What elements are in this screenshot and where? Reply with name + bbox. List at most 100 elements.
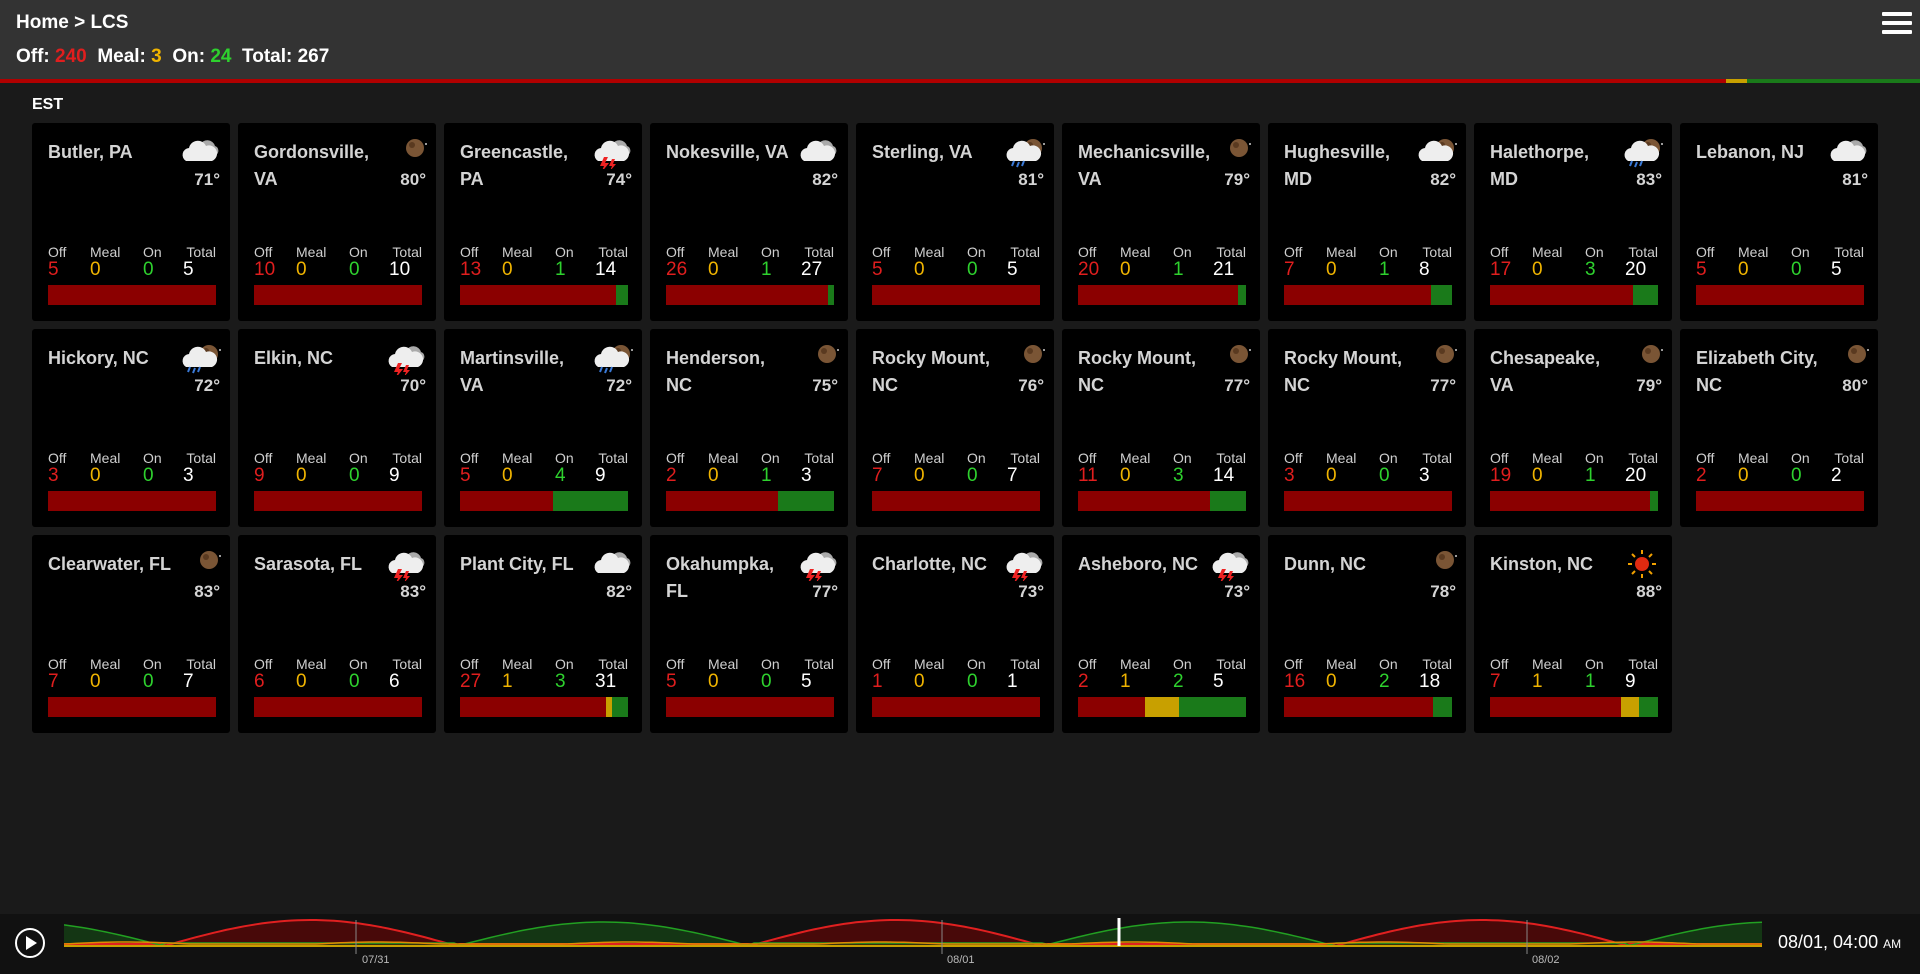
on-segment — [611, 697, 628, 717]
total-count: 31 — [595, 671, 617, 692]
location-card[interactable]: Greencastle, PA 74° Off Meal On Total 13 0 1 14 — [444, 123, 642, 321]
location-card[interactable]: Martinsville, VA 72° Off Meal On Total 5 0 4 9 — [444, 329, 642, 527]
summary-meal-value: 3 — [151, 46, 162, 67]
location-card[interactable]: Hughesville, MD 82° Off Meal On Total 7 0 1 8 — [1268, 123, 1466, 321]
location-card[interactable]: Rocky Mount, NC 77° Off Meal On Total 3 0 0 3 — [1268, 329, 1466, 527]
off-count: 6 — [254, 671, 265, 692]
status-bar — [48, 697, 216, 717]
on-count: 3 — [1173, 465, 1184, 486]
total-count: 1 — [1007, 671, 1018, 692]
on-label: On — [1173, 656, 1192, 672]
off-segment — [666, 697, 834, 717]
total-label: Total — [804, 244, 834, 260]
off-count: 10 — [254, 259, 276, 280]
temperature: 74° — [606, 170, 632, 189]
total-label: Total — [186, 656, 216, 672]
meal-label: Meal — [296, 656, 327, 672]
status-bar — [1490, 491, 1658, 511]
meal-label: Meal — [502, 656, 533, 672]
summary-meal-label: Meal: — [97, 46, 146, 67]
on-count: 0 — [1379, 465, 1390, 486]
off-label: Off — [1284, 244, 1303, 260]
total-count: 9 — [1625, 671, 1636, 692]
location-name: Dunn, NC — [1284, 554, 1366, 574]
off-label: Off — [1078, 450, 1097, 466]
off-label: Off — [254, 450, 273, 466]
off-count: 19 — [1490, 465, 1512, 486]
meal-count: 0 — [708, 671, 719, 692]
meal-label: Meal — [90, 656, 121, 672]
status-summary: Off: 240 Meal: 3 On: 24 Total: 267 — [16, 46, 329, 68]
location-name: Asheboro, NC — [1078, 554, 1199, 574]
location-card[interactable]: Charlotte, NC 73° Off Meal On Total 1 0 0 1 — [856, 535, 1054, 733]
location-card[interactable]: Halethorpe, MD 83° Off Meal On Total 17 0 3 20 — [1474, 123, 1672, 321]
on-count: 1 — [1379, 259, 1390, 280]
location-card[interactable]: Elkin, NC 70° Off Meal On Total 9 0 0 9 — [238, 329, 436, 527]
off-label: Off — [254, 244, 273, 260]
status-bar — [48, 491, 216, 511]
on-label: On — [555, 656, 574, 672]
location-card[interactable]: Asheboro, NC 73° Off Meal On Total 2 1 2 5 — [1062, 535, 1260, 733]
column-values: 11 0 3 14 — [1078, 465, 1246, 486]
location-card[interactable]: Hickory, NC 72° Off Meal On Total 3 0 0 3 — [32, 329, 230, 527]
summary-total-label: Total: — [242, 46, 293, 67]
on-count: 1 — [555, 259, 566, 280]
location-card[interactable]: Butler, PA 71° Off Meal On Total 5 0 0 5 — [32, 123, 230, 321]
off-segment — [872, 285, 1040, 305]
hamburger-menu-icon[interactable] — [1882, 12, 1912, 34]
off-label: Off — [872, 450, 891, 466]
location-card[interactable]: Okahumpka, FL 77° Off Meal On Total 5 0 0 5 — [650, 535, 848, 733]
off-count: 5 — [666, 671, 677, 692]
total-count: 18 — [1419, 671, 1441, 692]
temperature: 76° — [1018, 376, 1044, 395]
on-count: 0 — [1791, 259, 1802, 280]
status-bar — [460, 491, 628, 511]
status-bar — [254, 697, 422, 717]
off-segment — [872, 491, 1040, 511]
location-card[interactable]: Henderson, NC 75° Off Meal On Total 2 0 1 3 — [650, 329, 848, 527]
meal-count: 0 — [1738, 465, 1749, 486]
breadcrumb[interactable]: Home > LCS — [16, 12, 128, 34]
column-values: 16 0 2 18 — [1284, 671, 1452, 692]
total-label: Total — [186, 244, 216, 260]
location-card[interactable]: Gordonsville, VA 80° Off Meal On Total 10 0 0 10 — [238, 123, 436, 321]
location-name: Rocky Mount, NC — [1078, 348, 1197, 395]
location-card[interactable]: Nokesville, VA 82° Off Meal On Total 26 0 1 27 — [650, 123, 848, 321]
on-label: On — [1379, 244, 1398, 260]
moon-icon — [1414, 547, 1458, 581]
location-card[interactable]: Rocky Mount, NC 77° Off Meal On Total 11 0 3 14 — [1062, 329, 1260, 527]
location-card[interactable]: Lebanon, NJ 81° Off Meal On Total 5 0 0 5 — [1680, 123, 1878, 321]
temperature: 81° — [1842, 170, 1868, 189]
location-card[interactable]: Sterling, VA 81° Off Meal On Total 5 0 0 5 — [856, 123, 1054, 321]
status-bar — [1490, 697, 1658, 717]
location-card[interactable]: Elizabeth City, NC 80° Off Meal On Total 2 0 0 2 — [1680, 329, 1878, 527]
on-label: On — [761, 450, 780, 466]
temperature: 70° — [400, 376, 426, 395]
off-label: Off — [254, 656, 273, 672]
off-label: Off — [1284, 656, 1303, 672]
location-card[interactable]: Dunn, NC 78° Off Meal On Total 16 0 2 18 — [1268, 535, 1466, 733]
location-card[interactable]: Kinston, NC 88° Off Meal On Total 7 1 1 9 — [1474, 535, 1672, 733]
total-count: 5 — [183, 259, 194, 280]
temperature: 72° — [194, 376, 220, 395]
location-card[interactable]: Chesapeake, VA 79° Off Meal On Total 19 0 1 20 — [1474, 329, 1672, 527]
on-count: 0 — [143, 465, 154, 486]
on-segment — [615, 285, 628, 305]
location-card[interactable]: Rocky Mount, NC 76° Off Meal On Total 7 0 0 7 — [856, 329, 1054, 527]
location-card[interactable]: Sarasota, FL 83° Off Meal On Total 6 0 0 6 — [238, 535, 436, 733]
on-segment — [827, 285, 834, 305]
on-count: 0 — [1791, 465, 1802, 486]
location-name: Sarasota, FL — [254, 554, 363, 574]
on-segment — [553, 491, 628, 511]
play-icon[interactable] — [14, 927, 46, 959]
location-name: Chesapeake, VA — [1490, 348, 1601, 395]
location-card[interactable]: Plant City, FL 82° Off Meal On Total 27 1 3 31 — [444, 535, 642, 733]
total-count: 6 — [389, 671, 400, 692]
total-count: 5 — [1007, 259, 1018, 280]
off-label: Off — [666, 656, 685, 672]
location-card[interactable]: Mechanicsville, VA 79° Off Meal On Total 20 0 1 2… — [1062, 123, 1260, 321]
off-count: 16 — [1284, 671, 1306, 692]
timeline-chart[interactable] — [64, 916, 1762, 954]
on-label: On — [349, 656, 368, 672]
location-card[interactable]: Clearwater, FL 83° Off Meal On Total 7 0 0 7 — [32, 535, 230, 733]
